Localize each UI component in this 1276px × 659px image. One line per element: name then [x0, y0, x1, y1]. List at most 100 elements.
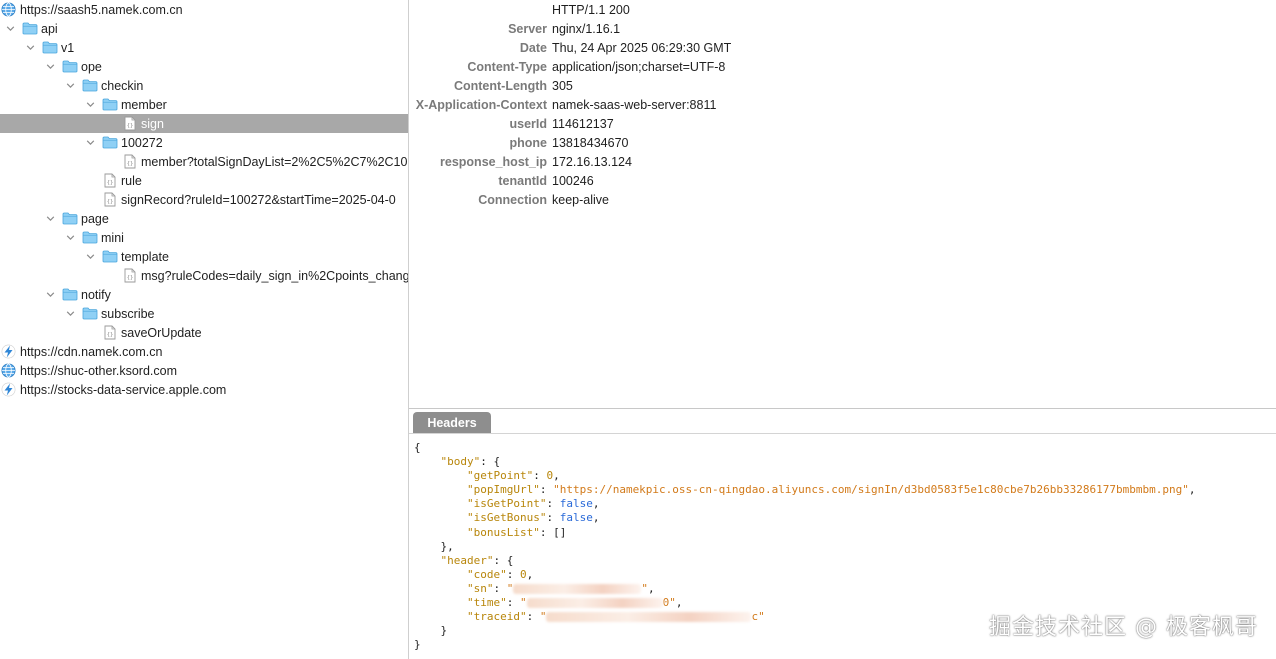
globe-icon [0, 362, 17, 379]
chevron-down-icon[interactable] [24, 38, 36, 57]
response-header-table: HTTP/1.1 200 Server nginx/1.16.1 Date Thu, 2… [409, 0, 1276, 408]
response-header-row: X-Application-Context namek-saas-web-serv… [409, 95, 1269, 114]
tree-row-100272[interactable]: 100272 [0, 133, 408, 152]
header-value: nginx/1.16.1 [552, 21, 621, 36]
redacted-value [546, 612, 752, 623]
tree-row-label: msg?ruleCodes=daily_sign_in%2Cpoints_cha… [141, 268, 408, 283]
folder-icon [61, 210, 78, 227]
svg-text:{}: {} [106, 332, 113, 338]
json-key: "code" [466, 567, 507, 581]
folder-icon [41, 39, 58, 56]
bolt-icon [0, 381, 17, 398]
tree-row-label: subscribe [101, 306, 155, 321]
tree-row-mini[interactable]: mini [0, 228, 408, 247]
chevron-down-icon[interactable] [84, 133, 96, 152]
tree-row-label: https://cdn.namek.com.cn [20, 344, 163, 359]
tree-row-label: signRecord?ruleId=100272&startTime=2025-… [121, 192, 396, 207]
header-key: userId [509, 116, 547, 131]
json-key: "bonusList" [466, 525, 540, 539]
header-value: namek-saas-web-server:8811 [552, 97, 717, 112]
response-header-row: userId 114612137 [409, 114, 1269, 133]
json-value: 0 [546, 469, 554, 483]
tree-row-signrecord-ruleid-100272-starttime-2025-[interactable]: {} signRecord?ruleId=100272&startTime=202… [0, 190, 408, 209]
header-key: response_host_ip [440, 154, 547, 169]
folder-icon [21, 20, 38, 37]
header-value: Thu, 24 Apr 2025 06:29:30 GMT [552, 40, 732, 55]
header-value: HTTP/1.1 200 [552, 2, 630, 17]
folder-icon [101, 248, 118, 265]
chevron-down-icon[interactable] [4, 19, 16, 38]
response-header-row: HTTP/1.1 200 [409, 0, 1269, 19]
folder-icon [61, 286, 78, 303]
json-value: false [559, 497, 593, 511]
panel-tab-bar: Headers [409, 409, 1276, 434]
tree-row-template[interactable]: template [0, 247, 408, 266]
tree-row-notify[interactable]: notify [0, 285, 408, 304]
tree-row-label: mini [101, 230, 124, 245]
tree-row-label: page [81, 211, 109, 226]
header-value: 114612137 [552, 116, 614, 131]
chevron-down-icon[interactable] [64, 76, 76, 95]
json-key: "getPoint" [466, 469, 534, 483]
tree-row-member-totalsigndaylist-2-2c5-2c7-2c10[interactable]: {} member?totalSignDayList=2%2C5%2C7%2C10 [0, 152, 408, 171]
tree-row-label: https://saash5.namek.com.cn [20, 2, 183, 17]
tree-row-https-stocks-data-service-apple-com[interactable]: https://stocks-data-service.apple.com [0, 380, 408, 399]
json-key: "isGetBonus" [466, 511, 547, 525]
tree-row-https-saash5-namek-com-cn[interactable]: https://saash5.namek.com.cn [0, 0, 408, 19]
tree-row-sign[interactable]: {} sign [0, 114, 408, 133]
header-value: keep-alive [552, 192, 609, 207]
chevron-down-icon[interactable] [64, 228, 76, 247]
tree-row-label: ope [81, 59, 102, 74]
tree-row-https-shuc-other-ksord-com[interactable]: https://shuc-other.ksord.com [0, 361, 408, 380]
tree-row-label: https://shuc-other.ksord.com [20, 363, 178, 378]
json-value: "https://namekpic.oss-cn-qingdao.aliyunc… [553, 483, 1189, 497]
response-header-row: Date Thu, 24 Apr 2025 06:29:30 GMT [409, 38, 1269, 57]
json-file-icon: {} [101, 191, 118, 208]
tree-row-v1[interactable]: v1 [0, 38, 408, 57]
watermark: 掘金技术社区 @ 极客枫哥 [989, 615, 1258, 640]
response-header-row: phone 13818434670 [409, 133, 1269, 152]
chevron-down-icon[interactable] [44, 57, 56, 76]
response-header-row: tenantId 100246 [409, 171, 1269, 190]
tab-headers[interactable]: Headers [413, 412, 491, 433]
tree-row-api[interactable]: api [0, 19, 408, 38]
tree-row-label: https://stocks-data-service.apple.com [20, 382, 227, 397]
tree-row-rule[interactable]: {} rule [0, 171, 408, 190]
tree-row-saveorupdate[interactable]: {} saveOrUpdate [0, 323, 408, 342]
tree-row-page[interactable]: page [0, 209, 408, 228]
chevron-down-icon[interactable] [44, 285, 56, 304]
json-file-icon: {} [121, 267, 138, 284]
chevron-down-icon[interactable] [84, 247, 96, 266]
tree-row-checkin[interactable]: checkin [0, 76, 408, 95]
svg-text:{}: {} [126, 123, 133, 129]
tree-row-label: checkin [101, 78, 144, 93]
tree-row-label: 100272 [121, 135, 163, 150]
chevron-down-icon[interactable] [44, 209, 56, 228]
svg-text:{}: {} [126, 275, 133, 281]
bolt-icon [0, 343, 17, 360]
json-brace: } [414, 638, 421, 652]
folder-icon [81, 305, 98, 322]
response-header-row: response_host_ip 172.16.13.124 [409, 152, 1269, 171]
header-value: 172.16.13.124 [552, 154, 632, 169]
json-value: false [559, 511, 593, 525]
tree-row-member[interactable]: member [0, 95, 408, 114]
chevron-down-icon[interactable] [84, 95, 96, 114]
tree-row-label: template [121, 249, 169, 264]
json-file-icon: {} [121, 115, 138, 132]
globe-icon [0, 1, 17, 18]
request-tree[interactable]: https://saash5.namek.com.cn api v1 ope check… [0, 0, 408, 659]
tree-row-msg-rulecodes-daily-sign-in-2cpoints-cha[interactable]: {} msg?ruleCodes=daily_sign_in%2Cpoints_c… [0, 266, 408, 285]
tree-row-ope[interactable]: ope [0, 57, 408, 76]
response-header-row: Content-Type application/json;charset=UTF… [409, 57, 1269, 76]
chevron-down-icon[interactable] [64, 304, 76, 323]
header-key: Content-Type [467, 59, 547, 74]
header-key: Content-Length [453, 78, 547, 93]
tree-row-https-cdn-namek-com-cn[interactable]: https://cdn.namek.com.cn [0, 342, 408, 361]
svg-text:{}: {} [126, 161, 133, 167]
header-value: 100246 [552, 173, 594, 188]
tree-row-label: v1 [61, 40, 75, 55]
tree-row-subscribe[interactable]: subscribe [0, 304, 408, 323]
